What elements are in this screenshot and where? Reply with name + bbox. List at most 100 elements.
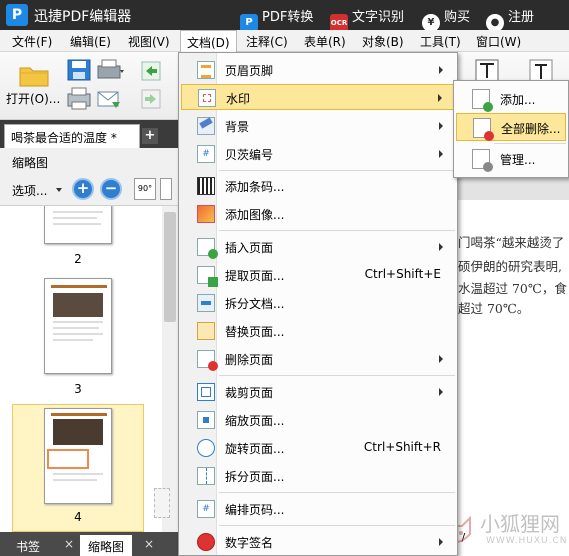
zoom-in-button[interactable]: +: [72, 178, 94, 200]
submenu-item-add[interactable]: 添加...: [456, 85, 566, 113]
thumbnail-page-2[interactable]: [44, 206, 112, 244]
tab-bookmarks[interactable]: 书签: [8, 535, 48, 556]
menu-item-add-barcode[interactable]: 添加条码...: [181, 173, 455, 199]
thumbnail-page-4[interactable]: [44, 408, 112, 504]
page-numbering-icon: #: [197, 500, 215, 518]
document-menu: 页眉页脚 水印 背景 # 贝茨编号 添加条码... 添加图像... 插入页面 提…: [178, 52, 458, 556]
menu-file[interactable]: 文件(F): [12, 33, 52, 50]
zoom-out-button[interactable]: −: [100, 178, 122, 200]
menu-item-digital-signature[interactable]: 数字签名: [181, 529, 455, 555]
back-button[interactable]: [140, 60, 162, 86]
menu-view[interactable]: 视图(V): [128, 33, 170, 50]
menu-separator: [494, 143, 566, 144]
menu-item-split-document[interactable]: 拆分文档...: [181, 290, 455, 316]
manage-watermark-icon: [472, 149, 493, 172]
submenu-arrow-icon: [438, 94, 442, 102]
rotate-dropdown-button[interactable]: [160, 178, 172, 200]
menu-form[interactable]: 表单(R): [304, 33, 346, 50]
watermark-icon: [198, 89, 216, 107]
panel-title: 缩略图: [0, 148, 178, 174]
panel-tabs: 书签 × 缩略图 ×: [0, 532, 180, 556]
submenu-arrow-icon: [439, 150, 443, 158]
add-watermark-icon: [472, 89, 493, 112]
remove-all-watermark-icon: [473, 118, 494, 141]
menu-item-extract-page[interactable]: 提取页面... Ctrl+Shift+E: [181, 262, 455, 288]
menu-separator: [219, 375, 455, 376]
close-icon[interactable]: ×: [64, 537, 74, 551]
document-text-line: 超过 70℃。: [458, 301, 530, 316]
page-ghost: [154, 488, 170, 518]
menu-item-bates-number[interactable]: # 贝茨编号: [181, 141, 455, 167]
submenu-item-remove-all[interactable]: 全部删除...: [456, 113, 566, 141]
menu-item-split-page[interactable]: 拆分页面...: [181, 463, 455, 489]
menu-item-rotate-page[interactable]: 旋转页面... Ctrl+Shift+R: [181, 435, 455, 461]
thumbnail-page-3[interactable]: [44, 278, 112, 374]
header-footer-icon: [197, 61, 215, 79]
menu-item-replace-page[interactable]: 替换页面...: [181, 318, 455, 344]
open-label[interactable]: 打开(O)...: [6, 90, 60, 107]
printer-icon: [97, 59, 124, 79]
printer-icon: [67, 87, 91, 110]
menu-item-add-image[interactable]: 添加图像...: [181, 201, 455, 227]
document-tab[interactable]: 喝茶最合适的温度 *: [4, 124, 140, 148]
thumbnail-scrollbar[interactable]: [162, 206, 178, 532]
menu-bar: 文件(F) 编辑(E) 视图(V) 文档(D) 注释(C) 表单(R) 对象(B…: [0, 30, 569, 52]
menu-separator: [219, 230, 455, 231]
extract-page-icon: [197, 266, 218, 287]
forward-button[interactable]: [140, 88, 162, 114]
menu-item-header-footer[interactable]: 页眉页脚: [181, 57, 455, 83]
scrollbar-thumb[interactable]: [164, 212, 176, 322]
submenu-arrow-icon: [439, 355, 443, 363]
document-page: [456, 200, 569, 552]
options-dropdown[interactable]: 选项...: [12, 182, 47, 199]
rotate-90-button[interactable]: 90°: [134, 178, 156, 200]
menu-item-delete-page[interactable]: 删除页面: [181, 346, 455, 372]
save-button[interactable]: [66, 58, 94, 84]
menu-item-crop-page[interactable]: 裁剪页面: [181, 379, 455, 405]
register-button[interactable]: ● 注册: [486, 6, 534, 32]
new-tab-icon[interactable]: +: [142, 128, 158, 144]
pdf-convert-button[interactable]: P PDF转换: [240, 6, 313, 32]
email-button[interactable]: [96, 86, 124, 112]
submenu-arrow-icon: [439, 122, 443, 130]
tab-thumbnails[interactable]: 缩略图: [80, 535, 133, 556]
submenu-arrow-icon: [439, 243, 443, 251]
split-page-icon: [197, 467, 215, 485]
menu-item-resize-page[interactable]: 缩放页面...: [181, 407, 455, 433]
menu-edit[interactable]: 编辑(E): [70, 33, 111, 50]
menu-item-background[interactable]: 背景: [181, 113, 455, 139]
menu-item-insert-page[interactable]: 插入页面: [181, 234, 455, 260]
menu-object[interactable]: 对象(B): [362, 33, 404, 50]
document-tab-strip: 喝茶最合适的温度 * +: [0, 120, 180, 148]
watermark-sub: WWW.HUXU.CN: [486, 536, 568, 546]
print-button[interactable]: [66, 86, 94, 112]
menu-item-page-numbering[interactable]: # 编排页码...: [181, 496, 455, 522]
title-bar: P 迅捷PDF编辑器 P PDF转换 OCR 文字识别 ¥ 购买 ● 注册: [0, 0, 569, 32]
print-dropdown-button[interactable]: [96, 58, 124, 84]
watermark-submenu: 添加... 全部删除... 管理...: [453, 80, 569, 178]
ocr-button[interactable]: OCR 文字识别: [330, 6, 404, 32]
replace-page-icon: [197, 322, 215, 340]
submenu-arrow-icon: [439, 66, 443, 74]
menu-separator: [219, 525, 455, 526]
open-button[interactable]: [18, 60, 50, 88]
menu-item-watermark[interactable]: 水印: [181, 84, 455, 110]
buy-button[interactable]: ¥ 购买: [422, 6, 470, 32]
arrow-right-icon: [141, 89, 161, 109]
crop-page-icon: [197, 383, 215, 401]
digital-signature-icon: [197, 533, 215, 551]
menu-document[interactable]: 文档(D): [180, 30, 237, 52]
menu-tools[interactable]: 工具(T): [420, 33, 461, 50]
app-title: 迅捷PDF编辑器: [34, 9, 132, 25]
submenu-item-manage[interactable]: 管理...: [456, 145, 566, 173]
menu-comment[interactable]: 注释(C): [246, 33, 288, 50]
thumbnail-list[interactable]: 2 3 4: [0, 206, 178, 532]
watermark-text: 小狐狸网: [480, 512, 560, 536]
document-text-line: 硕伊朗的研究表明,: [458, 259, 562, 274]
panel-toolbar: 选项... + − 90°: [0, 174, 178, 206]
bates-number-icon: #: [197, 145, 215, 163]
chevron-down-icon: [56, 188, 62, 192]
menu-window[interactable]: 窗口(W): [476, 33, 521, 50]
close-icon[interactable]: ×: [144, 537, 154, 551]
thumbnail-label: 4: [74, 510, 82, 524]
